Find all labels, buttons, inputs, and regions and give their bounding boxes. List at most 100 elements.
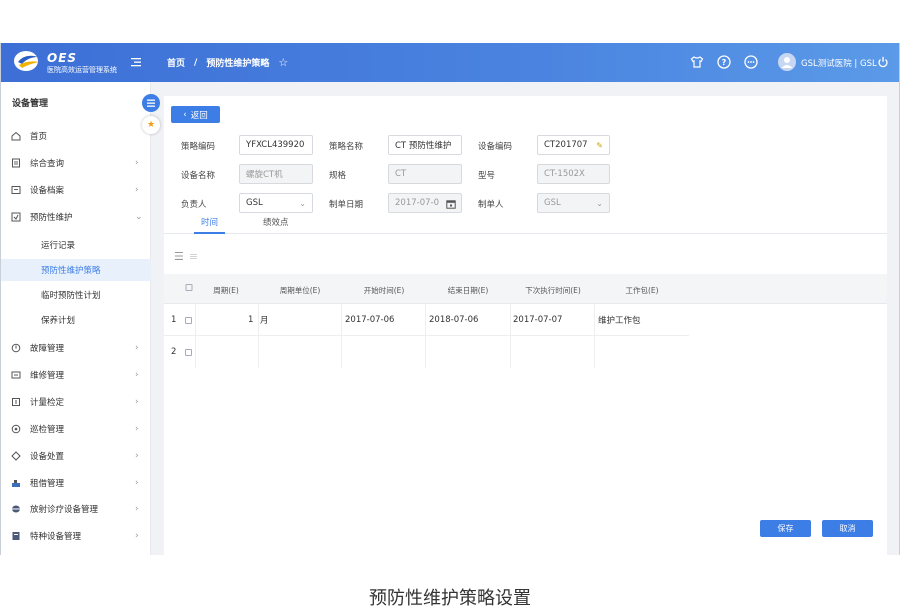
user-avatar[interactable] bbox=[778, 53, 796, 71]
table-row[interactable]: 2 bbox=[164, 336, 689, 368]
grid-toolbar: ☰ ≡ bbox=[174, 250, 198, 263]
help-icon[interactable]: ? bbox=[716, 54, 732, 70]
col-header-cycle: 周期(E) bbox=[213, 286, 239, 295]
layout-toggle-button[interactable] bbox=[142, 94, 160, 112]
chevron-left-icon: ‹ bbox=[183, 109, 187, 120]
sidebar-item[interactable]: 设备档案 › bbox=[1, 179, 151, 201]
sidebar-item[interactable]: 巡检管理 › bbox=[1, 418, 151, 440]
top-header: OES 医院高效运营管理系统 首页 / 预防性维护策略 ☆ ? GSL测试医院 … bbox=[1, 43, 899, 82]
sidebar-item[interactable]: 综合查询 › bbox=[1, 152, 151, 174]
select-all-checkbox[interactable] bbox=[185, 284, 193, 293]
sidebar-item[interactable]: 计量检定 › bbox=[1, 391, 151, 413]
repair-icon bbox=[11, 371, 21, 379]
policy-name-field[interactable]: CT 预防性维护 bbox=[388, 135, 462, 155]
content-panel: ‹ 返回 策略编码 YFXCL439920 策略名称 CT 预防性维护 设备编码… bbox=[164, 96, 887, 555]
sidebar-item[interactable]: 预防性维护 ⌄ bbox=[1, 206, 151, 228]
back-button[interactable]: ‹ 返回 bbox=[171, 106, 220, 123]
favorite-star-icon[interactable]: ☆ bbox=[278, 56, 288, 69]
power-icon[interactable] bbox=[877, 56, 889, 68]
device-code-field[interactable]: CT201707 ✎ bbox=[537, 135, 610, 155]
sidebar-subitem-label: 运行记录 bbox=[41, 241, 76, 251]
tab-bar: 时间 绩效点 bbox=[164, 208, 887, 234]
sidebar-item[interactable]: 特种设备管理 › bbox=[1, 525, 151, 547]
policy-code-field[interactable]: YFXCL439920 bbox=[239, 135, 313, 155]
spec-label: 规格 bbox=[329, 171, 347, 181]
sidebar-item-label: 首页 bbox=[30, 132, 48, 142]
cell-next[interactable]: 2017-07-07 bbox=[513, 304, 562, 336]
chevron-down-icon: ⌄ bbox=[299, 198, 306, 208]
sidebar-item-label: 预防性维护 bbox=[30, 213, 73, 223]
sidebar-title: 设备管理 bbox=[12, 99, 49, 109]
save-button[interactable]: 保存 bbox=[760, 520, 811, 537]
sidebar-subitem-label: 预防性维护策略 bbox=[41, 266, 101, 276]
list-icon bbox=[147, 99, 155, 107]
cell-end[interactable]: 2018-07-06 bbox=[429, 304, 478, 336]
cell-cycle[interactable]: 1 bbox=[248, 304, 253, 336]
sidebar-item[interactable]: 故障管理 › bbox=[1, 337, 151, 359]
oes-logo-icon bbox=[14, 51, 39, 71]
policy-code-label: 策略编码 bbox=[181, 142, 216, 152]
sidebar-subitem[interactable]: 保养计划 bbox=[1, 309, 151, 331]
breadcrumb-current: 预防性维护策略 bbox=[206, 59, 270, 69]
model-field: CT-1502X bbox=[537, 164, 610, 184]
device-name-field: 螺旋CT机 bbox=[239, 164, 313, 184]
menu-toggle-icon[interactable] bbox=[131, 56, 143, 68]
svg-text:?: ? bbox=[722, 58, 727, 67]
chat-icon[interactable] bbox=[743, 54, 759, 70]
cell-package[interactable]: 维护工作包 bbox=[598, 304, 641, 336]
maintenance-icon bbox=[11, 212, 21, 222]
sidebar-item-label: 设备处置 bbox=[30, 452, 65, 462]
chevron-icon: › bbox=[135, 451, 139, 461]
sidebar-item[interactable]: 首页 bbox=[1, 125, 151, 147]
breadcrumb-home[interactable]: 首页 bbox=[167, 56, 185, 69]
archive-icon bbox=[11, 186, 21, 194]
header-icons: ? bbox=[689, 54, 759, 70]
brand-name: OES bbox=[47, 51, 78, 65]
cancel-button[interactable]: 取消 bbox=[822, 520, 873, 537]
brand-subtitle: 医院高效运营管理系统 bbox=[47, 66, 117, 74]
home-icon bbox=[11, 131, 21, 141]
menu-icon[interactable]: ☰ bbox=[174, 250, 184, 263]
cell-unit[interactable]: 月 bbox=[260, 304, 269, 336]
page-caption: 预防性维护策略设置 bbox=[369, 588, 531, 609]
row-number: 1 bbox=[171, 315, 177, 325]
chevron-icon: › bbox=[135, 397, 139, 407]
breadcrumb: 首页 / 预防性维护策略 ☆ bbox=[167, 56, 288, 69]
sidebar-item-label: 租借管理 bbox=[30, 479, 65, 489]
row-checkbox[interactable] bbox=[185, 336, 192, 368]
tab-active-indicator bbox=[194, 232, 225, 234]
sidebar-item-label: 计量检定 bbox=[30, 398, 65, 408]
pencil-icon[interactable]: ✎ bbox=[596, 141, 603, 150]
sidebar-item-label: 维修管理 bbox=[30, 371, 65, 381]
user-name[interactable]: GSL测试医院 | GSL bbox=[801, 57, 877, 69]
sidebar-subitem[interactable]: 临时预防性计划 bbox=[1, 284, 151, 306]
sidebar-subitem[interactable]: 运行记录 bbox=[1, 234, 151, 256]
favorites-button[interactable]: ★ bbox=[142, 116, 160, 134]
table-header: 周期(E) 周期单位(E) 开始时间(E) 结束日期(E) 下次执行时间(E) … bbox=[164, 274, 887, 304]
sidebar-item[interactable]: 设备处置 › bbox=[1, 445, 151, 467]
tab-performance[interactable]: 绩效点 bbox=[263, 216, 289, 228]
sidebar-item[interactable]: 维修管理 › bbox=[1, 364, 151, 386]
inspection-icon bbox=[11, 424, 21, 434]
star-icon: ★ bbox=[146, 120, 156, 130]
sidebar-item-label: 放射诊疗设备管理 bbox=[30, 505, 99, 515]
sidebar-subitem[interactable]: 预防性维护策略 bbox=[1, 259, 151, 281]
row-checkbox[interactable] bbox=[185, 304, 192, 336]
cell-start[interactable]: 2017-07-06 bbox=[345, 304, 394, 336]
back-button-label: 返回 bbox=[190, 110, 208, 121]
sidebar-subitem-label: 临时预防性计划 bbox=[41, 291, 101, 301]
special-icon bbox=[12, 532, 20, 540]
sidebar-item[interactable]: 租借管理 › bbox=[1, 472, 151, 494]
tab-time[interactable]: 时间 bbox=[201, 216, 218, 228]
list-view-icon[interactable]: ≡ bbox=[189, 250, 198, 263]
sidebar-item[interactable]: 放射诊疗设备管理 › bbox=[1, 498, 151, 520]
col-header-start: 开始时间(E) bbox=[363, 286, 405, 295]
fault-icon bbox=[11, 343, 21, 353]
disposal-icon bbox=[11, 451, 21, 461]
device-code-label: 设备编码 bbox=[478, 142, 513, 152]
table-row[interactable]: 1 1 月 2017-07-06 2018-07-06 2017-07-07 维… bbox=[164, 304, 689, 336]
shirt-icon[interactable] bbox=[689, 54, 705, 70]
document-icon bbox=[12, 158, 20, 168]
sidebar: 设备管理 首页 综合查询 › 设备档案 › 预防性维护 ⌄ 故障管理 › 维修管理 › 计量检定 › 巡检… bbox=[1, 82, 151, 555]
sidebar-item-label: 巡检管理 bbox=[30, 425, 65, 435]
